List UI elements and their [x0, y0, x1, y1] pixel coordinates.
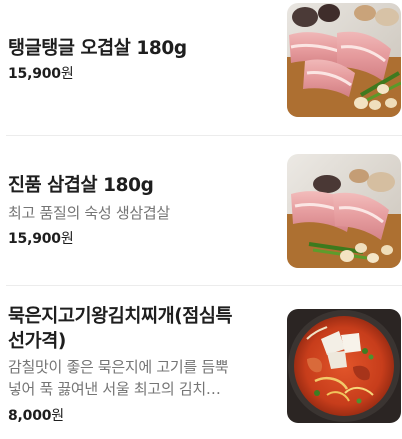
menu-list: 탱글탱글 오겹살 180g 15,900원 진품 삼겹살 180g 최고 품질의… — [0, 0, 402, 439]
menu-item-name-line1: 묵은지고기왕김치찌개(점심특 — [8, 306, 233, 327]
kimchi-stew-image — [287, 309, 401, 423]
menu-item-ogyeopsal[interactable]: 탱글탱글 오겹살 180g 15,900원 — [0, 0, 402, 130]
pork-belly-samgyeopsal-image — [287, 154, 401, 268]
menu-item-description: 최고 품질의 숙성 생삼겹살 — [8, 204, 170, 222]
menu-item-name: 진품 삼겹살 180g — [8, 175, 154, 196]
menu-item-name: 묵은지고기왕김치찌개(점심특 선가격) — [8, 304, 276, 354]
menu-item-name: 탱글탱글 오겹살 180g — [8, 38, 187, 59]
menu-item-description-line2: 넣어 푹 끓여낸 서울 최고의 김치… — [8, 380, 221, 398]
menu-item-price: 8,000원 — [8, 408, 64, 424]
menu-item-name-line2: 선가격) — [8, 331, 66, 352]
menu-item-kimchi-stew[interactable]: 묵은지고기왕김치찌개(점심특 선가격) 감칠맛이 좋은 묵은지에 고기를 듬뿍 … — [0, 286, 402, 439]
menu-item-description-line1: 감칠맛이 좋은 묵은지에 고기를 듬뿍 — [8, 358, 229, 376]
menu-item-price: 15,900원 — [8, 66, 74, 82]
menu-item-description: 감칠맛이 좋은 묵은지에 고기를 듬뿍 넣어 푹 끓여낸 서울 최고의 김치… — [8, 356, 270, 400]
menu-item-samgyeopsal[interactable]: 진품 삼겹살 180g 최고 품질의 숙성 생삼겹살 15,900원 — [0, 136, 402, 284]
pork-belly-ogyeopsal-image — [287, 3, 401, 117]
menu-item-price: 15,900원 — [8, 231, 74, 247]
